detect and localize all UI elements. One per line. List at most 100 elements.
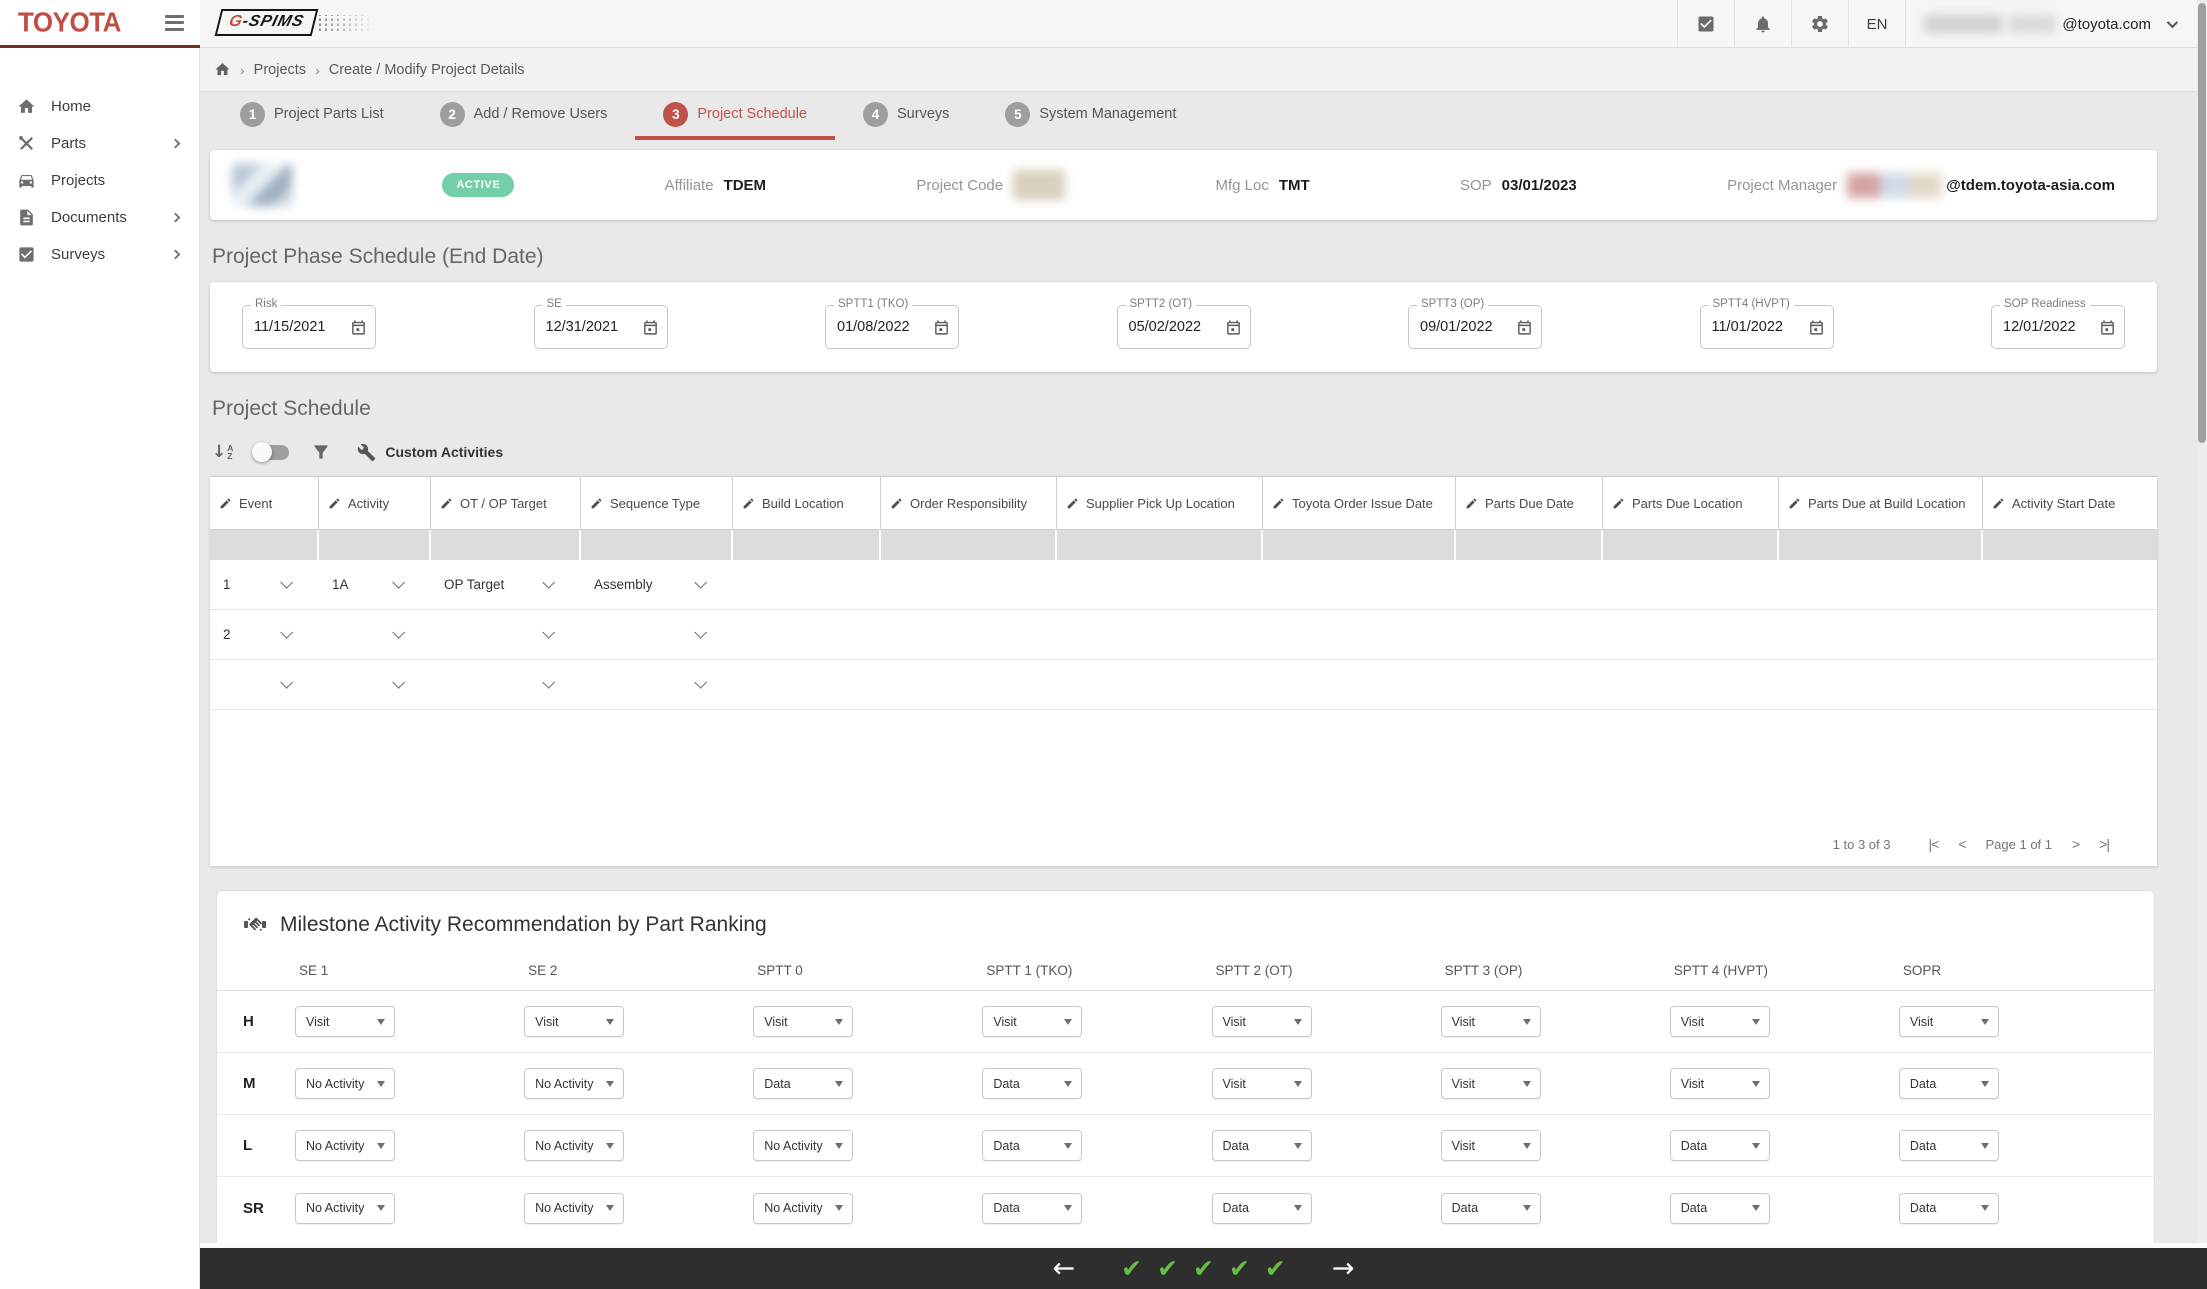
notifications-button[interactable]: [1733, 0, 1791, 48]
forward-arrow-button[interactable]: →: [1332, 1255, 1355, 1282]
sidebar-item-surveys[interactable]: Surveys: [0, 236, 199, 273]
column-header-parts-due-location[interactable]: Parts Due Location: [1603, 477, 1779, 529]
back-arrow-button[interactable]: ←: [1052, 1255, 1075, 1282]
step-project-parts-list[interactable]: 1 Project Parts List: [212, 92, 412, 140]
approvals-button[interactable]: [1676, 0, 1734, 48]
activity-select[interactable]: Visit: [295, 1006, 395, 1037]
language-selector[interactable]: EN: [1847, 0, 1906, 48]
activity-select[interactable]: Data: [1211, 1192, 1312, 1224]
event-select[interactable]: 1: [210, 560, 319, 609]
activity-select[interactable]: Visit: [1898, 1006, 1999, 1037]
calendar-icon[interactable]: [933, 319, 950, 336]
date-field-sptt3-op[interactable]: SPTT3 (OP) 09/01/2022: [1408, 298, 1542, 349]
column-header-order-responsibility[interactable]: Order Responsibility: [881, 477, 1057, 529]
activity-select[interactable]: No Activity: [524, 1192, 625, 1224]
activity-select[interactable]: Data: [1440, 1192, 1541, 1224]
activity-select[interactable]: Data: [982, 1192, 1083, 1224]
sequence-type-select[interactable]: Assembly: [581, 560, 733, 609]
activity-select[interactable]: No Activity: [295, 1192, 395, 1224]
activity-select[interactable]: 1A: [319, 560, 431, 609]
column-header-parts-due-date[interactable]: Parts Due Date: [1456, 477, 1603, 529]
sequence-type-select[interactable]: [581, 660, 733, 709]
activity-select[interactable]: No Activity: [753, 1130, 854, 1161]
column-header-activity-start-date[interactable]: Activity Start Date: [1983, 477, 2157, 529]
step-project-schedule[interactable]: 3 Project Schedule: [635, 92, 835, 140]
date-field-se[interactable]: SE 12/31/2021: [533, 298, 668, 349]
scrollbar-thumb[interactable]: [2198, 3, 2206, 443]
activity-select[interactable]: Data: [1898, 1192, 1999, 1224]
activity-select[interactable]: No Activity: [753, 1192, 854, 1224]
date-field-sptt1-tko[interactable]: SPTT1 (TKO) 01/08/2022: [825, 298, 959, 349]
activity-select[interactable]: Visit: [1440, 1130, 1541, 1161]
settings-button[interactable]: [1790, 0, 1848, 48]
column-header-ot-op-target[interactable]: OT / OP Target: [431, 477, 581, 529]
last-page-button[interactable]: >|: [2099, 836, 2110, 852]
column-header-supplier-pickup-location[interactable]: Supplier Pick Up Location: [1057, 477, 1263, 529]
event-select[interactable]: [210, 660, 319, 709]
home-icon[interactable]: [214, 61, 231, 78]
column-header-parts-due-at-build-location[interactable]: Parts Due at Build Location: [1779, 477, 1983, 529]
date-field-risk[interactable]: Risk 11/15/2021: [242, 298, 376, 349]
ot-op-target-select[interactable]: [431, 660, 581, 709]
schedule-toggle[interactable]: [252, 441, 290, 462]
activity-select[interactable]: No Activity: [295, 1130, 395, 1161]
activity-select[interactable]: [319, 610, 431, 659]
activity-select[interactable]: Data: [753, 1068, 854, 1099]
filter-icon[interactable]: [311, 442, 331, 462]
activity-select[interactable]: Visit: [1669, 1068, 1770, 1099]
activity-select[interactable]: Data: [982, 1068, 1083, 1099]
column-header-activity[interactable]: Activity: [319, 477, 431, 529]
custom-activities-button[interactable]: Custom Activities: [357, 443, 503, 462]
calendar-icon[interactable]: [642, 319, 659, 336]
activity-select[interactable]: No Activity: [524, 1130, 625, 1161]
calendar-icon[interactable]: [2099, 319, 2116, 336]
date-field-sptt4-hvpt[interactable]: SPTT4 (HVPT) 11/01/2022: [1699, 298, 1834, 349]
date-field-sop-readiness[interactable]: SOP Readiness 12/01/2022: [1991, 298, 2125, 349]
activity-select[interactable]: Data: [1669, 1130, 1770, 1161]
event-select[interactable]: 2: [210, 610, 319, 659]
column-header-build-location[interactable]: Build Location: [733, 477, 881, 529]
activity-select[interactable]: Visit: [753, 1006, 854, 1037]
sidebar-item-parts[interactable]: Parts: [0, 125, 199, 162]
activity-select[interactable]: No Activity: [295, 1068, 395, 1099]
activity-select[interactable]: Data: [982, 1130, 1083, 1161]
calendar-icon[interactable]: [1225, 319, 1242, 336]
column-header-sequence-type[interactable]: Sequence Type: [581, 477, 733, 529]
activity-select[interactable]: Data: [1898, 1130, 1999, 1161]
activity-select[interactable]: No Activity: [524, 1068, 625, 1099]
sidebar-item-projects[interactable]: Projects: [0, 162, 199, 199]
sequence-type-select[interactable]: [581, 610, 733, 659]
sort-az-button[interactable]: ↓ A Z: [212, 442, 233, 462]
activity-select[interactable]: Visit: [1440, 1006, 1541, 1037]
column-header-event[interactable]: Event: [210, 477, 319, 529]
sidebar-item-home[interactable]: Home: [0, 88, 199, 125]
activity-select[interactable]: Data: [1211, 1130, 1312, 1161]
ot-op-target-select[interactable]: [431, 610, 581, 659]
step-add-remove-users[interactable]: 2 Add / Remove Users: [412, 92, 636, 140]
activity-select[interactable]: Data: [1669, 1192, 1770, 1224]
breadcrumb-projects[interactable]: Projects: [254, 62, 306, 78]
previous-page-button[interactable]: <: [1958, 836, 1966, 852]
activity-select[interactable]: Visit: [982, 1006, 1083, 1037]
step-surveys[interactable]: 4 Surveys: [835, 92, 977, 140]
activity-select[interactable]: Visit: [1211, 1068, 1312, 1099]
calendar-icon[interactable]: [350, 319, 367, 336]
date-field-sptt2-ot[interactable]: SPTT2 (OT) 05/02/2022: [1116, 298, 1251, 349]
activity-select[interactable]: Data: [1898, 1068, 1999, 1099]
activity-select[interactable]: [319, 660, 431, 709]
pencil-icon: [1789, 498, 1800, 508]
hamburger-menu-icon[interactable]: [165, 14, 184, 31]
user-account-menu[interactable]: @toyota.com: [1905, 0, 2193, 48]
column-header-toyota-order-issue-date[interactable]: Toyota Order Issue Date: [1263, 477, 1456, 529]
first-page-button[interactable]: |<: [1929, 836, 1940, 852]
activity-select[interactable]: Visit: [1211, 1006, 1312, 1037]
ot-op-target-select[interactable]: OP Target: [431, 560, 581, 609]
step-system-management[interactable]: 5 System Management: [977, 92, 1204, 140]
activity-select[interactable]: Visit: [524, 1006, 625, 1037]
next-page-button[interactable]: >: [2072, 836, 2080, 852]
sidebar-item-documents[interactable]: Documents: [0, 199, 199, 236]
calendar-icon[interactable]: [1516, 319, 1533, 336]
activity-select[interactable]: Visit: [1669, 1006, 1770, 1037]
activity-select[interactable]: Visit: [1440, 1068, 1541, 1099]
calendar-icon[interactable]: [1808, 319, 1825, 336]
